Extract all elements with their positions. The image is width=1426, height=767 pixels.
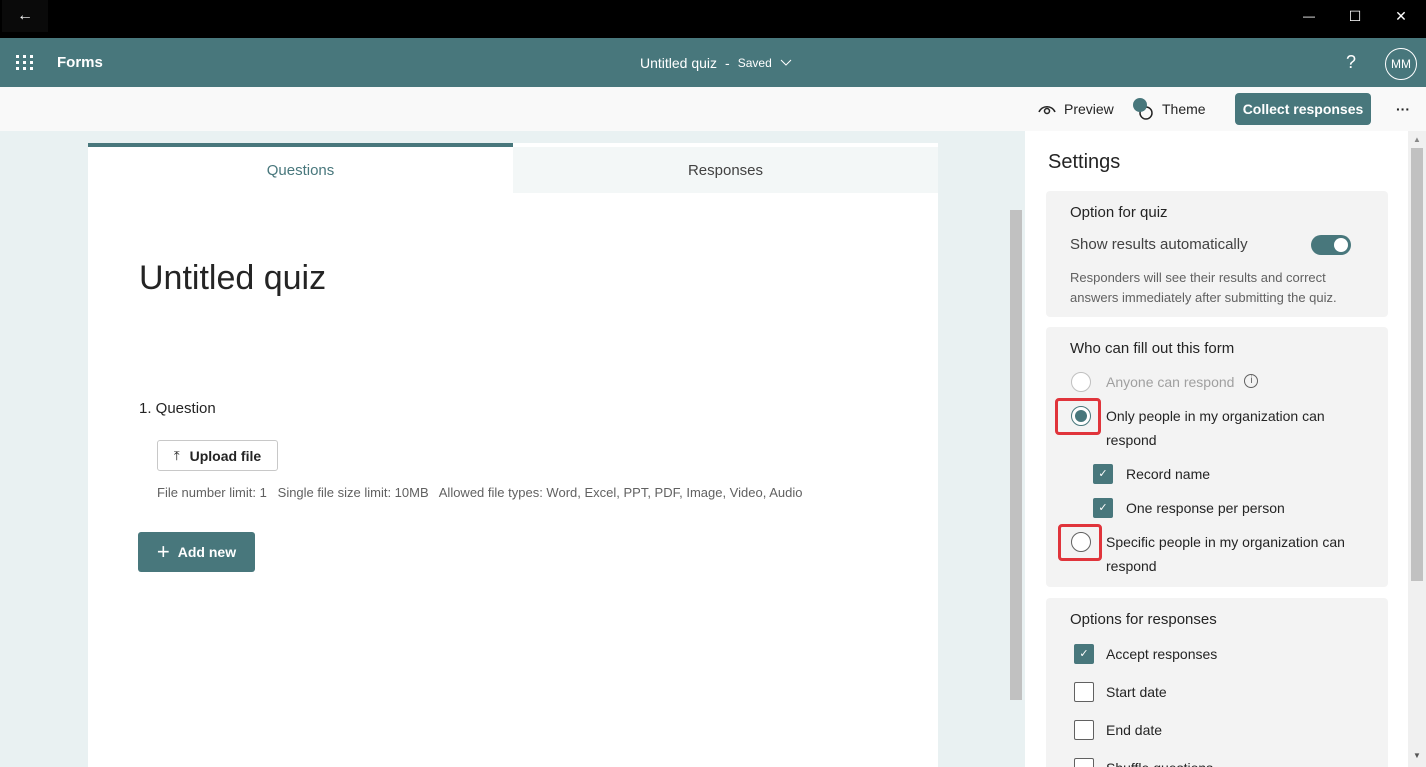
avatar[interactable]: MM: [1385, 48, 1417, 80]
checkbox-shuffle-questions[interactable]: Shuffle questions: [1074, 756, 1213, 767]
document-title-menu[interactable]: Untitled quiz - Saved: [640, 55, 792, 71]
check-icon: ✓: [1093, 498, 1113, 518]
main-scrollbar[interactable]: [1010, 195, 1022, 767]
check-icon: ✓: [1074, 644, 1094, 664]
chevron-down-icon: [780, 59, 792, 66]
checkbox-start-date[interactable]: Start date: [1074, 680, 1167, 704]
section-heading: Who can fill out this form: [1070, 340, 1235, 357]
eye-icon: [1038, 106, 1056, 115]
preview-label: Preview: [1064, 101, 1114, 117]
maximize-icon: ☐: [1348, 7, 1362, 24]
scrollbar-thumb[interactable]: [1010, 210, 1022, 700]
app-launcher-icon[interactable]: [16, 55, 33, 70]
radio-circle: [1071, 372, 1091, 392]
toolbar: Preview Theme ···: [0, 87, 1426, 131]
window-titlebar: ← — ☐ ✕: [0, 0, 1426, 38]
minimize-icon: —: [1303, 9, 1315, 23]
back-arrow-icon: ←: [17, 7, 33, 24]
save-status: Saved: [737, 56, 772, 70]
toggle-knob: [1334, 238, 1348, 252]
info-icon[interactable]: i: [1244, 374, 1259, 388]
checkbox-record-name[interactable]: ✓ Record name: [1093, 462, 1210, 486]
more-options-button[interactable]: ···: [1396, 87, 1410, 131]
toggle-description: Responders will see their results and co…: [1070, 270, 1337, 305]
add-new-label: Add new: [177, 544, 237, 560]
radio-label: Specific people in my organization can r…: [1106, 534, 1345, 574]
document-title: Untitled quiz: [640, 55, 718, 71]
add-new-button[interactable]: + Add new: [138, 532, 255, 572]
plus-icon: +: [156, 539, 170, 564]
radio-label: Only people in my organization can respo…: [1106, 408, 1325, 448]
section-heading: Options for responses: [1070, 611, 1217, 628]
scroll-up-icon[interactable]: ▲: [1413, 135, 1421, 144]
tab-responses[interactable]: Responses: [513, 147, 938, 193]
settings-scrollbar[interactable]: ▲ ▼: [1408, 131, 1426, 767]
back-button[interactable]: ←: [2, 0, 48, 32]
checkbox-box: [1074, 720, 1094, 740]
checkbox-box: [1074, 758, 1094, 767]
palette-icon: [1133, 98, 1153, 120]
close-icon: ✕: [1395, 7, 1407, 24]
checkbox-one-response[interactable]: ✓ One response per person: [1093, 496, 1285, 520]
radio-anyone[interactable]: Anyone can respond i: [1071, 370, 1259, 394]
app-name[interactable]: Forms: [57, 54, 103, 71]
tab-questions[interactable]: Questions: [88, 147, 513, 193]
highlight-box: [1055, 398, 1101, 435]
checkbox-label: Record name: [1126, 466, 1211, 482]
separator: -: [725, 55, 730, 71]
upload-icon: ⤒: [173, 447, 180, 463]
settings-panel: Settings Option for quiz Show results au…: [1025, 131, 1408, 767]
highlight-box: [1058, 524, 1102, 561]
upload-limits: File number limit: 1 Single file size li…: [157, 485, 803, 500]
upload-file-button[interactable]: ⤒ Upload file: [157, 440, 278, 471]
checkbox-label: End date: [1106, 722, 1163, 738]
radio-organization[interactable]: Only people in my organization can respo…: [1071, 404, 1351, 452]
theme-button[interactable]: Theme: [1132, 87, 1206, 131]
question-title[interactable]: 1. Question: [139, 400, 216, 417]
checkbox-label: One response per person: [1126, 500, 1285, 516]
checkbox-end-date[interactable]: End date: [1074, 718, 1162, 742]
show-results-toggle[interactable]: [1311, 235, 1351, 255]
response-options-section: Options for responses ✓ Accept responses…: [1046, 598, 1388, 767]
radio-specific-people[interactable]: Specific people in my organization can r…: [1071, 530, 1351, 578]
settings-title: Settings: [1048, 151, 1121, 173]
form-title[interactable]: Untitled quiz: [139, 259, 326, 298]
checkbox-accept-responses[interactable]: ✓ Accept responses: [1074, 642, 1217, 666]
check-icon: ✓: [1093, 464, 1113, 484]
theme-label: Theme: [1162, 101, 1206, 117]
checkbox-label: Shuffle questions: [1106, 756, 1213, 767]
preview-button[interactable]: Preview: [1038, 87, 1114, 131]
help-button[interactable]: ?: [1346, 52, 1356, 73]
collect-responses-button[interactable]: Collect responses: [1235, 93, 1371, 125]
form-card: Questions Responses Untitled quiz 1. Que…: [88, 143, 938, 767]
upload-label: Upload file: [189, 447, 262, 464]
quiz-options-section: Option for quiz Show results automatical…: [1046, 191, 1388, 317]
toggle-label: Show results automatically: [1070, 236, 1248, 253]
minimize-button[interactable]: —: [1286, 0, 1332, 32]
scroll-down-icon[interactable]: ▼: [1413, 751, 1421, 760]
close-button[interactable]: ✕: [1378, 0, 1424, 32]
scrollbar-thumb[interactable]: [1411, 148, 1423, 581]
checkbox-label: Accept responses: [1106, 646, 1218, 662]
radio-label: Anyone can respond: [1106, 374, 1235, 390]
checkbox-box: [1074, 682, 1094, 702]
app-header: Forms Untitled quiz - Saved ? MM: [0, 38, 1426, 87]
checkbox-label: Start date: [1106, 684, 1167, 700]
section-heading: Option for quiz: [1070, 204, 1168, 221]
maximize-button[interactable]: ☐: [1332, 0, 1378, 32]
